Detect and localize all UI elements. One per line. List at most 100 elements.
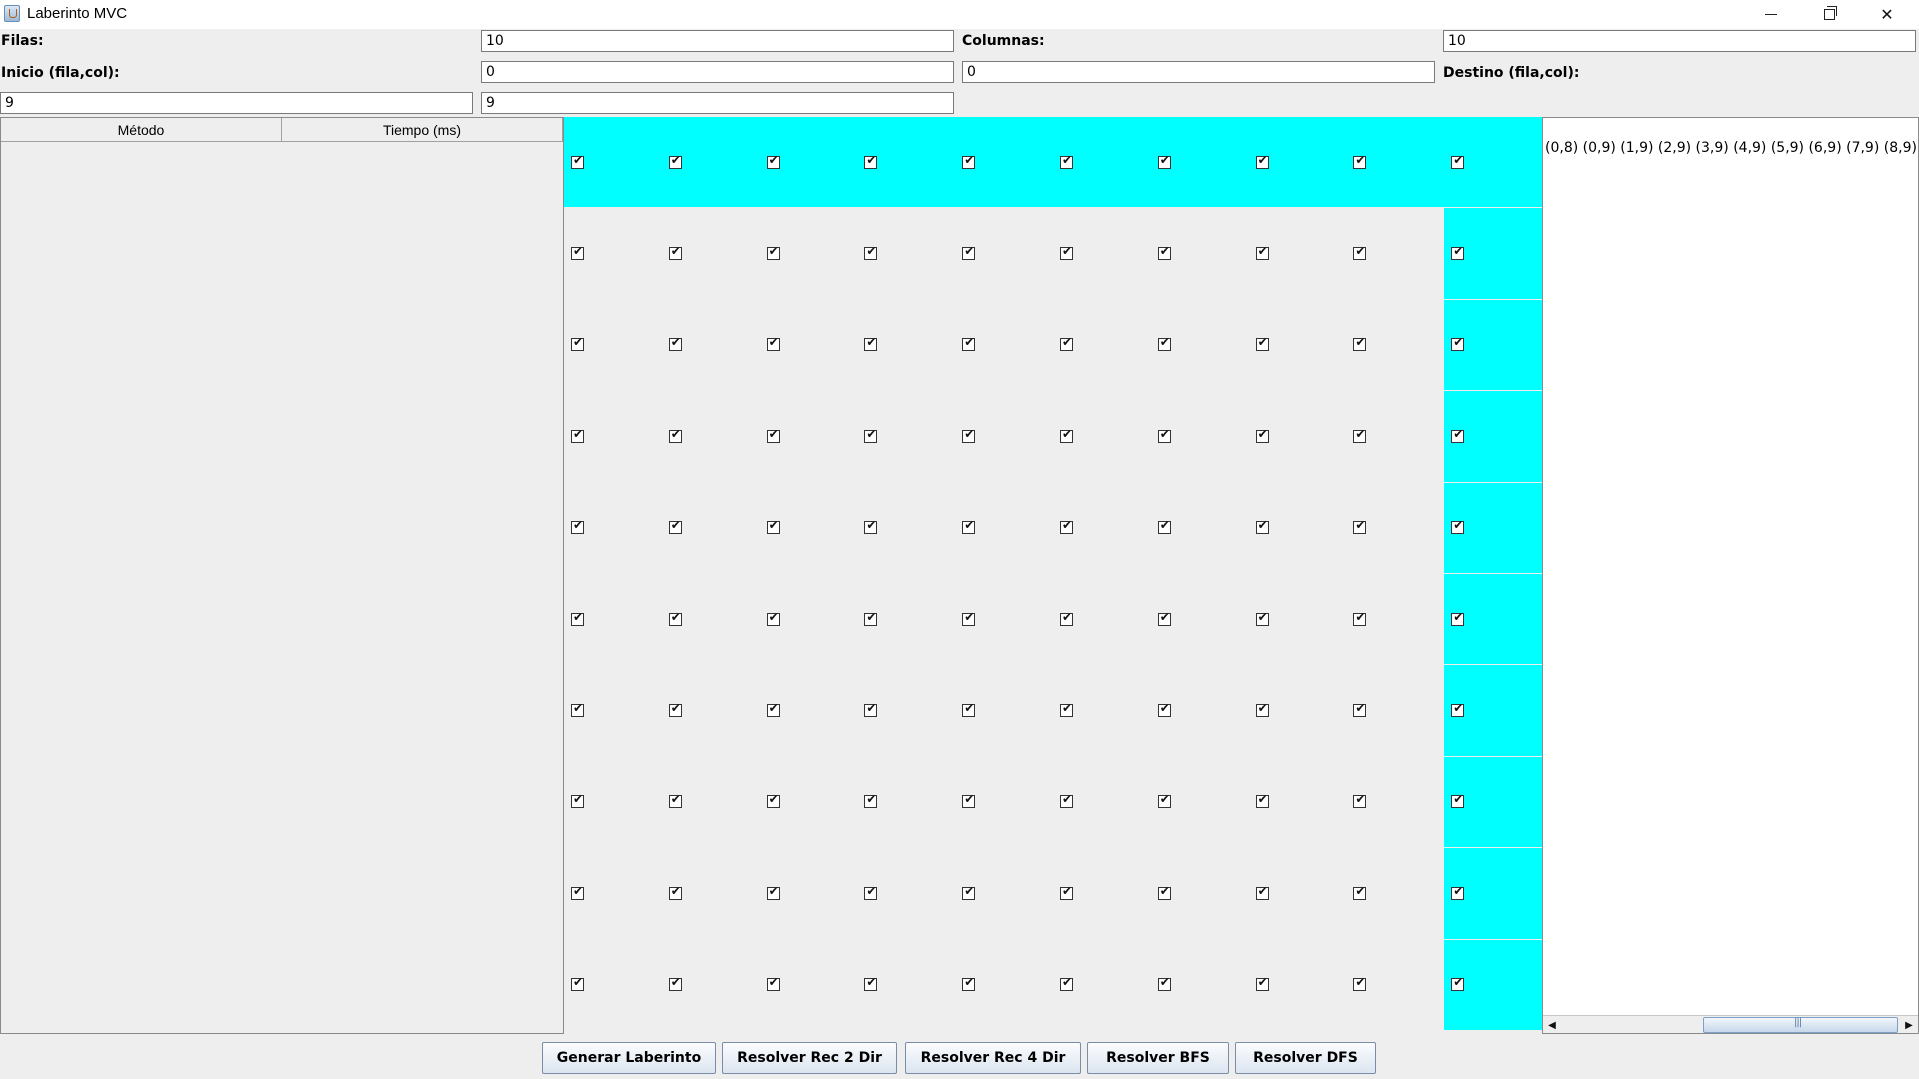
cell-checkbox[interactable] bbox=[1060, 335, 1073, 352]
cell-checkbox[interactable] bbox=[571, 153, 584, 169]
restore-button[interactable] bbox=[1800, 0, 1858, 29]
cell-checkbox[interactable] bbox=[668, 518, 682, 535]
cell-checkbox[interactable] bbox=[864, 518, 878, 535]
cell-checkbox[interactable] bbox=[766, 518, 780, 535]
cell-checkbox[interactable] bbox=[766, 153, 780, 169]
cell-checkbox[interactable] bbox=[571, 792, 584, 809]
destino-col-input[interactable] bbox=[481, 92, 954, 114]
cell-checkbox[interactable] bbox=[668, 244, 682, 261]
cell-checkbox[interactable] bbox=[668, 975, 682, 992]
horizontal-scrollbar[interactable]: ◀ ▶ bbox=[1543, 1015, 1918, 1033]
cell-checkbox[interactable] bbox=[1353, 518, 1367, 535]
cell-checkbox[interactable] bbox=[571, 610, 584, 626]
cell-checkbox[interactable] bbox=[1060, 610, 1073, 626]
cell-checkbox[interactable] bbox=[962, 884, 976, 900]
cell-checkbox[interactable] bbox=[766, 792, 780, 809]
resolver-bfs-button[interactable]: Resolver BFS bbox=[1087, 1042, 1229, 1074]
cell-checkbox[interactable] bbox=[962, 701, 976, 718]
cell-checkbox[interactable] bbox=[1353, 792, 1367, 809]
cell-checkbox[interactable] bbox=[571, 701, 584, 718]
cell-checkbox[interactable] bbox=[1060, 518, 1073, 535]
cell-checkbox[interactable] bbox=[864, 335, 878, 352]
cell-checkbox[interactable] bbox=[1255, 610, 1269, 626]
cell-checkbox[interactable] bbox=[1255, 153, 1269, 169]
cell-checkbox[interactable] bbox=[1157, 884, 1171, 900]
scroll-right-icon[interactable]: ▶ bbox=[1900, 1016, 1918, 1034]
cell-checkbox[interactable] bbox=[1451, 427, 1465, 443]
cell-checkbox[interactable] bbox=[962, 335, 976, 352]
cell-checkbox[interactable] bbox=[571, 244, 584, 261]
cell-checkbox[interactable] bbox=[1157, 610, 1171, 626]
resolver-rec4-button[interactable]: Resolver Rec 4 Dir bbox=[905, 1042, 1081, 1074]
cell-checkbox[interactable] bbox=[571, 884, 584, 900]
cell-checkbox[interactable] bbox=[1451, 884, 1465, 900]
cell-checkbox[interactable] bbox=[1353, 884, 1367, 900]
cell-checkbox[interactable] bbox=[962, 792, 976, 809]
cell-checkbox[interactable] bbox=[571, 335, 584, 352]
cell-checkbox[interactable] bbox=[1255, 427, 1269, 443]
resolver-dfs-button[interactable]: Resolver DFS bbox=[1235, 1042, 1376, 1074]
path-output-panel[interactable]: (0,8) (0,9) (1,9) (2,9) (3,9) (4,9) (5,9… bbox=[1542, 117, 1919, 1034]
cell-checkbox[interactable] bbox=[1157, 518, 1171, 535]
cell-checkbox[interactable] bbox=[1353, 244, 1367, 261]
cell-checkbox[interactable] bbox=[571, 427, 584, 443]
column-header-metodo[interactable]: Método bbox=[1, 118, 282, 142]
cell-checkbox[interactable] bbox=[668, 884, 682, 900]
cell-checkbox[interactable] bbox=[864, 610, 878, 626]
cell-checkbox[interactable] bbox=[1451, 518, 1465, 535]
inicio-col-input[interactable] bbox=[962, 61, 1435, 83]
resolver-rec2-button[interactable]: Resolver Rec 2 Dir bbox=[722, 1042, 897, 1074]
cell-checkbox[interactable] bbox=[864, 884, 878, 900]
cell-checkbox[interactable] bbox=[1157, 427, 1171, 443]
cell-checkbox[interactable] bbox=[1255, 975, 1269, 992]
cell-checkbox[interactable] bbox=[1157, 792, 1171, 809]
cell-checkbox[interactable] bbox=[1157, 153, 1171, 169]
cell-checkbox[interactable] bbox=[962, 518, 976, 535]
cell-checkbox[interactable] bbox=[1157, 244, 1171, 261]
cell-checkbox[interactable] bbox=[668, 335, 682, 352]
inicio-fila-input[interactable] bbox=[481, 61, 954, 83]
cell-checkbox[interactable] bbox=[1060, 244, 1073, 261]
cell-checkbox[interactable] bbox=[864, 244, 878, 261]
cell-checkbox[interactable] bbox=[1353, 153, 1367, 169]
cell-checkbox[interactable] bbox=[1451, 975, 1465, 992]
cell-checkbox[interactable] bbox=[1353, 701, 1367, 718]
cell-checkbox[interactable] bbox=[1255, 884, 1269, 900]
cell-checkbox[interactable] bbox=[766, 427, 780, 443]
cell-checkbox[interactable] bbox=[1060, 975, 1073, 992]
cell-checkbox[interactable] bbox=[1451, 701, 1465, 718]
columnas-input[interactable] bbox=[1443, 30, 1916, 52]
cell-checkbox[interactable] bbox=[1255, 244, 1269, 261]
cell-checkbox[interactable] bbox=[864, 701, 878, 718]
cell-checkbox[interactable] bbox=[766, 244, 780, 261]
cell-checkbox[interactable] bbox=[1353, 975, 1367, 992]
results-table[interactable]: Método Tiempo (ms) bbox=[0, 117, 564, 1034]
cell-checkbox[interactable] bbox=[962, 244, 976, 261]
cell-checkbox[interactable] bbox=[1451, 335, 1465, 352]
cell-checkbox[interactable] bbox=[1353, 335, 1367, 352]
cell-checkbox[interactable] bbox=[668, 153, 682, 169]
cell-checkbox[interactable] bbox=[1353, 610, 1367, 626]
cell-checkbox[interactable] bbox=[864, 427, 878, 443]
cell-checkbox[interactable] bbox=[571, 975, 584, 992]
cell-checkbox[interactable] bbox=[1451, 610, 1465, 626]
cell-checkbox[interactable] bbox=[1060, 792, 1073, 809]
cell-checkbox[interactable] bbox=[1060, 427, 1073, 443]
cell-checkbox[interactable] bbox=[962, 610, 976, 626]
cell-checkbox[interactable] bbox=[766, 701, 780, 718]
cell-checkbox[interactable] bbox=[962, 153, 976, 169]
minimize-button[interactable] bbox=[1742, 0, 1800, 29]
cell-checkbox[interactable] bbox=[1255, 701, 1269, 718]
cell-checkbox[interactable] bbox=[864, 792, 878, 809]
cell-checkbox[interactable] bbox=[962, 427, 976, 443]
cell-checkbox[interactable] bbox=[766, 884, 780, 900]
cell-checkbox[interactable] bbox=[1255, 518, 1269, 535]
cell-checkbox[interactable] bbox=[1353, 427, 1367, 443]
cell-checkbox[interactable] bbox=[668, 701, 682, 718]
cell-checkbox[interactable] bbox=[766, 610, 780, 626]
cell-checkbox[interactable] bbox=[668, 792, 682, 809]
column-header-tiempo[interactable]: Tiempo (ms) bbox=[282, 118, 563, 142]
cell-checkbox[interactable] bbox=[1157, 335, 1171, 352]
generar-laberinto-button[interactable]: Generar Laberinto bbox=[542, 1042, 716, 1074]
cell-checkbox[interactable] bbox=[1451, 153, 1465, 169]
